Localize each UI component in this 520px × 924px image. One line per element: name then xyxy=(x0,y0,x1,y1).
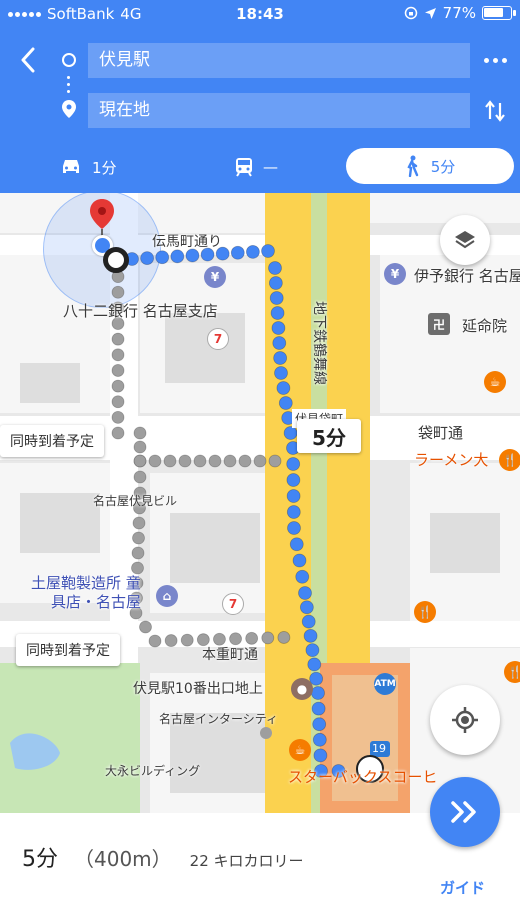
back-button[interactable] xyxy=(12,44,44,76)
rail-label-tsurumai: 地下鉄鶴舞線 xyxy=(311,301,327,385)
walking-icon xyxy=(407,155,418,177)
convenience-store-icon[interactable]: 7 xyxy=(207,328,229,350)
poi-label-starbucks[interactable]: スターバックスコーヒ xyxy=(288,766,437,787)
destination-pin-icon xyxy=(60,100,78,118)
same-arrival-callout-2[interactable]: 同時到着予定 xyxy=(16,634,120,666)
train-icon xyxy=(236,158,252,177)
poi-label-ramen[interactable]: ラーメン大 xyxy=(414,449,488,470)
street-label-fukuro: 袋町通 xyxy=(418,424,464,442)
battery-percent: 77% xyxy=(442,4,476,22)
poi-label-iyo-bank[interactable]: 伊予銀行 名古屋 xyxy=(414,265,520,286)
summary-duration: 5分 xyxy=(22,847,58,872)
poi-label-tsuchiya-1[interactable]: 土屋鞄製造所 童 xyxy=(31,572,141,593)
summary-calories: 22 キロカロリー xyxy=(189,852,304,870)
maps-directions-screen: SoftBank 4G 18:43 77% 伏見駅 現在地 1分 — 5分 伝馬… xyxy=(0,0,520,924)
origin-circle-icon xyxy=(60,51,78,69)
layers-icon xyxy=(455,231,475,249)
street-label-denmacho: 伝馬町通り xyxy=(152,234,222,250)
location-arrow-icon xyxy=(424,7,436,19)
label-intercity: 名古屋インターシティ xyxy=(159,712,279,726)
atm-poi-icon[interactable]: ATM xyxy=(374,673,396,695)
swap-vertical-icon xyxy=(485,100,505,122)
double-chevron-right-icon xyxy=(451,801,476,823)
starbucks-poi-icon[interactable]: ☕ xyxy=(289,739,311,761)
temple-poi-icon[interactable]: 卍 xyxy=(428,313,450,335)
mode-drive[interactable]: 1分 xyxy=(60,152,117,182)
poi-label-enmeiin[interactable]: 延命院 xyxy=(462,315,507,336)
station-exit-poi-icon[interactable]: ● xyxy=(291,678,313,700)
origin-field[interactable]: 伏見駅 xyxy=(88,43,470,78)
lock-rotation-icon xyxy=(404,6,417,20)
mode-walk-tab[interactable]: 5分 xyxy=(346,148,514,184)
label-fushimi-bldg: 名古屋伏見ビル xyxy=(93,494,178,508)
route-connector-dots xyxy=(67,76,70,93)
route-start-marker xyxy=(103,247,129,273)
summary-distance: （400m） xyxy=(74,847,172,871)
bank-poi-icon[interactable]: ¥ xyxy=(204,266,226,288)
label-daiei: 大永ビルディング xyxy=(105,764,201,778)
directions-header: SoftBank 4G 18:43 77% 伏見駅 現在地 1分 — 5分 xyxy=(0,0,520,193)
street-label-motoshige: 本重町通 xyxy=(202,647,258,663)
restaurant-poi-icon-3[interactable]: 🍴 xyxy=(504,661,520,683)
poi-label-exit10[interactable]: 伏見駅10番出口地上 xyxy=(133,678,263,698)
route-duration-callout[interactable]: 5分 xyxy=(297,419,361,453)
poi-label-bank[interactable]: 八十二銀行 名古屋支店 xyxy=(63,300,218,321)
route-shield-19: 19 xyxy=(372,742,386,755)
start-navigation-button[interactable] xyxy=(430,777,500,847)
layers-button[interactable] xyxy=(440,215,490,265)
mode-transit[interactable]: — xyxy=(235,152,278,182)
chevron-left-icon xyxy=(21,47,35,73)
restaurant-poi-icon-2[interactable]: 🍴 xyxy=(414,601,436,623)
more-options-button[interactable] xyxy=(478,46,512,74)
drive-duration: 1分 xyxy=(92,158,117,177)
convenience-store-icon-2[interactable]: 7 xyxy=(222,593,244,615)
iyo-bank-poi-icon[interactable]: ¥ xyxy=(384,263,406,285)
my-location-button[interactable] xyxy=(430,685,500,755)
map-view[interactable]: 伝馬町通り ¥ 八十二銀行 名古屋支店 7 地下鉄鶴舞線 ¥ 伊予銀行 名古屋 … xyxy=(0,193,520,813)
my-location-icon xyxy=(452,707,478,733)
shopping-poi-icon[interactable]: ⌂ xyxy=(156,585,178,607)
walk-duration: 5分 xyxy=(430,157,456,176)
destination-field[interactable]: 現在地 xyxy=(88,93,470,128)
alt-route-1 xyxy=(111,254,282,468)
guide-button[interactable]: ガイド xyxy=(440,877,485,898)
swap-button[interactable] xyxy=(478,94,512,128)
cafe-poi-icon[interactable]: ☕ xyxy=(484,371,506,393)
same-arrival-callout-1[interactable]: 同時到着予定 xyxy=(0,425,104,457)
alt-route-2 xyxy=(129,454,291,648)
transit-duration: — xyxy=(263,158,278,176)
status-bar: SoftBank 4G 18:43 77% xyxy=(0,0,520,28)
restaurant-poi-icon[interactable]: 🍴 xyxy=(499,449,520,471)
battery-icon xyxy=(482,6,516,20)
building-poi-icon xyxy=(260,727,272,739)
more-horizontal-icon xyxy=(483,57,489,63)
car-icon xyxy=(63,160,79,173)
poi-label-tsuchiya-2[interactable]: 具店・名古屋 xyxy=(51,591,141,612)
